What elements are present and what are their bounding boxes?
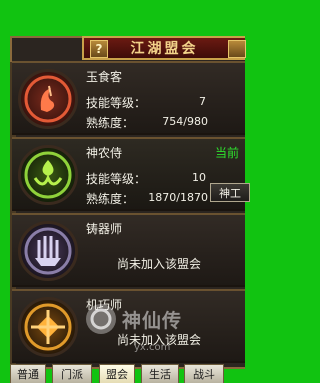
profession-name: 神农侍	[86, 146, 123, 160]
skill-level-label: 技能等级：	[86, 172, 147, 186]
tab-sect[interactable]: 门派	[52, 364, 92, 383]
close-button[interactable]	[228, 40, 246, 58]
proficiency-value: 754/980	[162, 115, 208, 128]
profession-name: 玉食客	[86, 70, 123, 84]
skill-level-label: 技能等级：	[86, 96, 147, 110]
title-badge-button[interactable]: 神工	[210, 183, 250, 202]
artisan-emblem-icon	[18, 297, 78, 357]
tab-guild[interactable]: 盟会	[99, 364, 135, 383]
category-tabs: 普通 门派 盟会 生活 战斗	[0, 364, 245, 383]
current-status-badge: 当前	[214, 146, 239, 160]
not-joined-message: 尚未加入该盟会	[117, 257, 202, 271]
proficiency-label: 熟练度：	[86, 116, 135, 130]
tab-general[interactable]: 普通	[10, 364, 46, 383]
profession-row-yushike[interactable]: 玉食客 技能等级： 7 熟练度： 754/980	[12, 61, 245, 135]
cooking-emblem-icon	[18, 69, 78, 129]
watermark-text: 神仙传	[122, 310, 183, 332]
tab-life[interactable]: 生活	[141, 364, 179, 383]
help-button[interactable]: ?	[90, 40, 108, 58]
proficiency-label: 熟练度：	[86, 192, 135, 206]
watermark: 神仙传 yx.com	[84, 300, 234, 364]
proficiency-value: 1870/1870	[148, 191, 208, 204]
skill-level-value: 10	[192, 171, 206, 184]
profession-row-shennongshi[interactable]: 神农侍 当前 技能等级： 10 熟练度： 1870/1870 神工	[12, 137, 250, 211]
watermark-subtext: yx.com	[134, 342, 171, 353]
herbalist-emblem-icon	[18, 145, 78, 205]
skill-level-value: 7	[199, 95, 206, 108]
smith-emblem-icon	[18, 221, 78, 281]
profession-row-zhuqishi[interactable]: 铸器师 尚未加入该盟会	[12, 213, 245, 287]
profession-name: 铸器师	[86, 222, 123, 236]
watermark-logo-icon	[86, 304, 116, 334]
tab-combat[interactable]: 战斗	[184, 364, 224, 383]
